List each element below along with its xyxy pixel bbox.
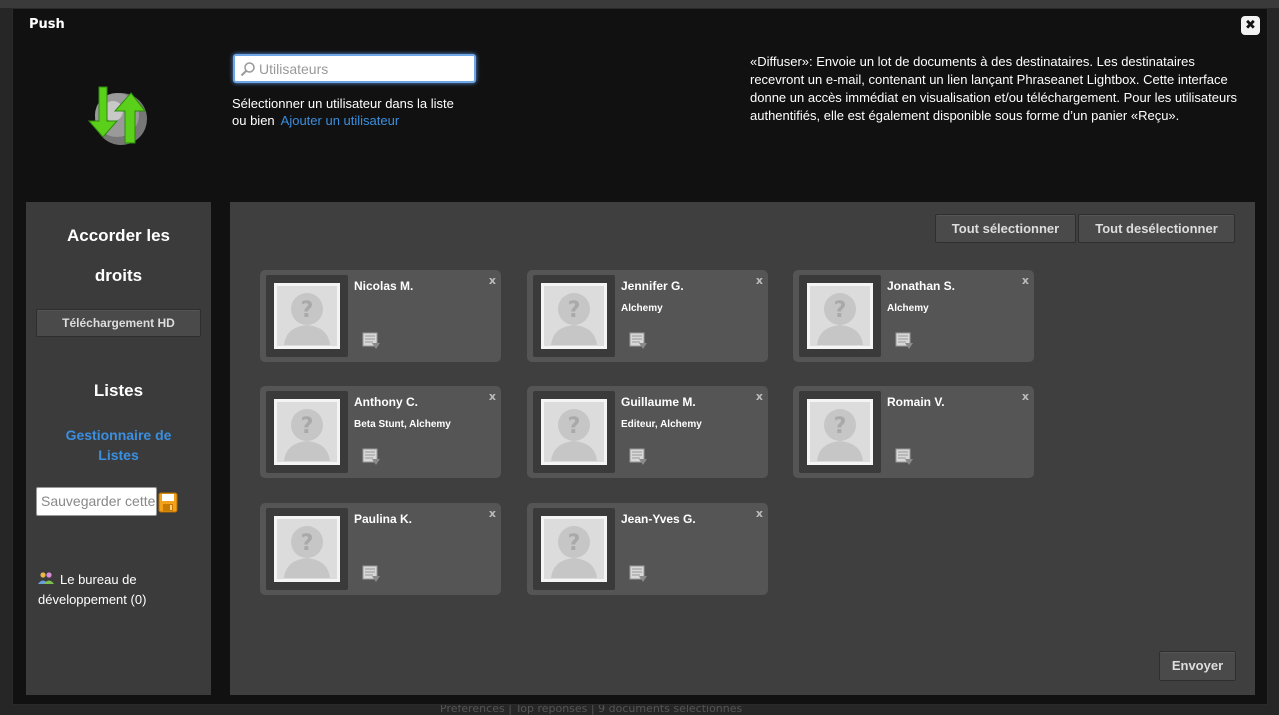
- remove-user-icon[interactable]: x: [756, 507, 763, 520]
- rights-heading-line-2: droits: [94, 266, 143, 285]
- svg-text:?: ?: [568, 414, 581, 439]
- remove-user-icon[interactable]: x: [489, 274, 496, 287]
- user-name: Jean-Yves G.: [621, 512, 696, 526]
- avatar-icon: ?: [541, 283, 607, 349]
- push-description: «Diffuser»: Envoie un lot de documents à…: [750, 54, 1238, 123]
- user-avatar: ?: [266, 508, 348, 590]
- select-all-button[interactable]: Tout sélectionner: [935, 214, 1076, 243]
- list-manager-label-2: Listes: [98, 447, 139, 463]
- sidebar: Accorder les droits Téléchargement HD Li…: [26, 202, 211, 695]
- list-manager-link[interactable]: Gestionnaire de Listes: [26, 425, 211, 465]
- remove-user-icon[interactable]: x: [1022, 274, 1029, 287]
- download-rights-icon[interactable]: [895, 448, 915, 468]
- user-card[interactable]: ? Romain V. x: [793, 386, 1034, 478]
- download-rights-icon[interactable]: [629, 448, 649, 468]
- user-card[interactable]: ? Nicolas M. x: [260, 270, 501, 362]
- avatar-icon: ?: [807, 399, 873, 465]
- rights-heading-line-1: Accorder les: [67, 226, 170, 245]
- add-user-link[interactable]: Ajouter un utilisateur: [281, 113, 400, 128]
- svg-text:?: ?: [301, 414, 314, 439]
- svg-text:?: ?: [834, 414, 847, 439]
- users-group-icon: [38, 572, 54, 584]
- save-list-input[interactable]: [37, 488, 161, 513]
- user-organization: Alchemy: [887, 303, 929, 314]
- search-instructions: Sélectionner un utilisateur dans la list…: [232, 95, 454, 129]
- user-name: Guillaume M.: [621, 395, 696, 409]
- user-name: Paulina K.: [354, 512, 413, 526]
- search-input[interactable]: [259, 59, 469, 78]
- deselect-all-button[interactable]: Tout desélectionner: [1078, 214, 1235, 243]
- remove-user-icon[interactable]: x: [756, 390, 763, 403]
- user-name: Jennifer G.: [621, 279, 684, 293]
- recipients-panel: Tout sélectionner Tout desélectionner ? N…: [230, 202, 1255, 695]
- download-rights-icon[interactable]: [629, 332, 649, 352]
- download-rights-icon[interactable]: [629, 565, 649, 585]
- user-avatar: ?: [799, 275, 881, 357]
- send-button[interactable]: Envoyer: [1159, 651, 1236, 681]
- instruction-text: Sélectionner un utilisateur dans la list…: [232, 96, 454, 111]
- user-avatar: ?: [533, 391, 615, 473]
- push-arrows-icon: [87, 86, 147, 145]
- remove-user-icon[interactable]: x: [756, 274, 763, 287]
- avatar-icon: ?: [807, 283, 873, 349]
- user-card[interactable]: ? Anthony C. Beta Stunt, Alchemy x: [260, 386, 501, 478]
- group-label-line-2: développement (0): [38, 592, 147, 607]
- save-floppy-icon[interactable]: [158, 491, 178, 513]
- dialog-title: Push: [29, 17, 65, 32]
- download-rights-icon[interactable]: [362, 448, 382, 468]
- save-list-field: [36, 487, 161, 516]
- user-avatar: ?: [266, 391, 348, 473]
- lists-heading: Listes: [93, 381, 144, 400]
- user-card[interactable]: ? Guillaume M. Editeur, Alchemy x: [527, 386, 768, 478]
- svg-text:?: ?: [301, 298, 314, 323]
- user-name: Nicolas M.: [354, 279, 414, 293]
- avatar-icon: ?: [274, 283, 340, 349]
- user-name: Romain V.: [887, 395, 945, 409]
- hd-download-button[interactable]: Téléchargement HD: [36, 309, 201, 337]
- svg-text:?: ?: [568, 298, 581, 323]
- user-avatar: ?: [533, 275, 615, 357]
- svg-text:?: ?: [834, 298, 847, 323]
- avatar-icon: ?: [274, 399, 340, 465]
- svg-text:?: ?: [301, 531, 314, 556]
- user-card[interactable]: ? Paulina K. x: [260, 503, 501, 595]
- avatar-icon: ?: [541, 399, 607, 465]
- push-dialog: Push ✖ Sélectionner un utilisateur dans …: [12, 8, 1268, 705]
- remove-user-icon[interactable]: x: [1022, 390, 1029, 403]
- user-name: Jonathan S.: [887, 279, 956, 293]
- background-top-bar: [0, 0, 1279, 8]
- group-list-item[interactable]: Le bureau de développement (0): [38, 570, 198, 610]
- user-card[interactable]: ? Jonathan S. Alchemy x: [793, 270, 1034, 362]
- list-manager-label-1: Gestionnaire de: [65, 427, 172, 443]
- or-text: ou bien: [232, 113, 275, 128]
- user-organization: Beta Stunt, Alchemy: [354, 419, 451, 430]
- svg-text:?: ?: [568, 531, 581, 556]
- remove-user-icon[interactable]: x: [489, 507, 496, 520]
- user-name: Anthony C.: [354, 395, 418, 409]
- user-organization: Alchemy: [621, 303, 663, 314]
- download-rights-icon[interactable]: [362, 565, 382, 585]
- user-card[interactable]: ? Jennifer G. Alchemy x: [527, 270, 768, 362]
- user-organization: Editeur, Alchemy: [621, 419, 702, 430]
- group-label-line-1: Le bureau de: [60, 572, 137, 587]
- avatar-icon: ?: [541, 516, 607, 582]
- user-avatar: ?: [266, 275, 348, 357]
- remove-user-icon[interactable]: x: [489, 390, 496, 403]
- user-search: [233, 54, 476, 83]
- user-avatar: ?: [799, 391, 881, 473]
- avatar-icon: ?: [274, 516, 340, 582]
- user-card[interactable]: ? Jean-Yves G. x: [527, 503, 768, 595]
- download-rights-icon[interactable]: [362, 332, 382, 352]
- user-avatar: ?: [533, 508, 615, 590]
- close-button[interactable]: ✖: [1241, 16, 1260, 35]
- download-rights-icon[interactable]: [895, 332, 915, 352]
- search-icon: [240, 62, 255, 77]
